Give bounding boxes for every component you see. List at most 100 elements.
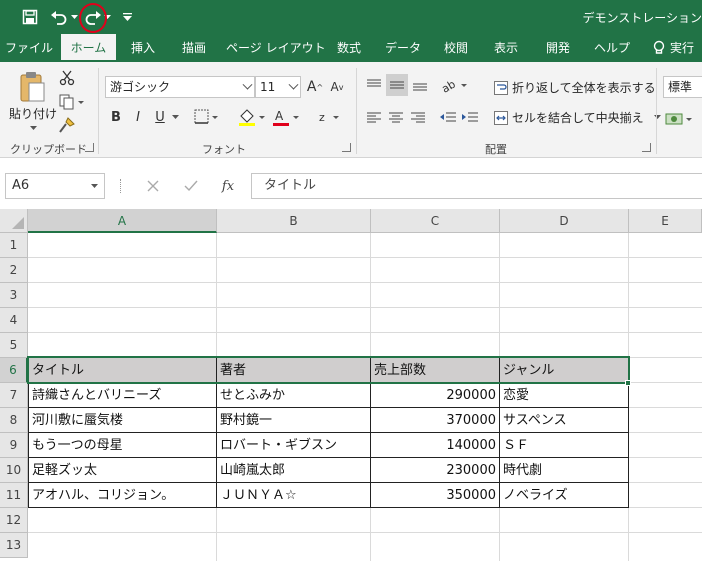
align-bottom-icon[interactable] <box>410 74 430 96</box>
save-icon[interactable] <box>18 5 42 29</box>
row-header-10[interactable]: 10 <box>0 458 28 483</box>
table-cell[interactable]: 290000 <box>371 383 499 408</box>
row-header-5[interactable]: 5 <box>0 333 28 358</box>
number-format-combo[interactable]: 標準 <box>663 76 702 98</box>
title-bar: デモンストレーション <box>0 0 702 34</box>
align-center-icon[interactable] <box>386 106 406 128</box>
tab-file[interactable]: ファイル <box>4 34 54 62</box>
name-box[interactable]: A6 <box>5 173 105 199</box>
cut-icon[interactable] <box>58 69 76 87</box>
column-header-d[interactable]: D <box>500 209 629 233</box>
table-cell[interactable]: 230000 <box>371 458 499 483</box>
copy-icon[interactable] <box>58 93 86 111</box>
table-cell[interactable]: アオハル、コリジョン。 <box>29 483 216 508</box>
chevron-down-icon[interactable] <box>91 184 98 189</box>
font-size-combo[interactable]: 11 <box>255 76 301 98</box>
table-cell[interactable]: せとふみか <box>217 383 370 408</box>
tab-data[interactable]: データ <box>380 34 426 62</box>
row-header-1[interactable]: 1 <box>0 233 28 258</box>
table-cell[interactable]: ＪＵＮＹＡ☆ <box>217 483 370 508</box>
table-cell[interactable]: ノベライズ <box>500 483 628 508</box>
phonetic-icon[interactable]: z <box>316 106 342 128</box>
fill-color-icon[interactable] <box>236 106 268 128</box>
table-cell[interactable]: 恋愛 <box>500 383 628 408</box>
undo-dropdown-icon[interactable] <box>70 5 78 29</box>
insert-function-button[interactable]: fx <box>216 175 240 197</box>
font-launcher-icon[interactable] <box>342 143 351 152</box>
decrease-font-icon[interactable]: Av <box>327 76 347 98</box>
column-header-c[interactable]: C <box>371 209 500 233</box>
table-cell[interactable]: 河川敷に蜃気楼 <box>29 408 216 433</box>
align-middle-icon[interactable] <box>386 74 408 96</box>
table-cell[interactable]: 詩織さんとバリニーズ <box>29 383 216 408</box>
column-header-b[interactable]: B <box>217 209 371 233</box>
align-left-icon[interactable] <box>364 106 384 128</box>
paste-button[interactable]: 貼り付け <box>9 105 57 122</box>
tab-home[interactable]: ホーム <box>61 34 116 62</box>
enter-check-icon[interactable] <box>180 175 202 197</box>
row-header-7[interactable]: 7 <box>0 383 28 408</box>
tab-tell-me[interactable]: 実行 <box>670 34 702 62</box>
row-header-2[interactable]: 2 <box>0 258 28 283</box>
undo-icon[interactable] <box>48 5 70 29</box>
row-header-13[interactable]: 13 <box>0 533 28 558</box>
column-header-e[interactable]: E <box>629 209 702 233</box>
borders-icon[interactable] <box>193 106 221 128</box>
font-name-combo[interactable]: 游ゴシック <box>105 76 255 98</box>
table-cell[interactable]: 山崎嵐太郎 <box>217 458 370 483</box>
table-cell[interactable]: 足軽ズッ太 <box>29 458 216 483</box>
row-header-11[interactable]: 11 <box>0 483 28 508</box>
table-cell[interactable]: ＳＦ <box>500 433 628 458</box>
tab-draw[interactable]: 描画 <box>172 34 216 62</box>
row-header-4[interactable]: 4 <box>0 308 28 333</box>
font-color-icon[interactable]: A <box>270 106 302 128</box>
table-cell[interactable]: もう一つの母星 <box>29 433 216 458</box>
orientation-icon[interactable]: ab <box>440 74 470 96</box>
row-header-6[interactable]: 6 <box>0 358 28 383</box>
tab-page-layout[interactable]: ページ レイアウト <box>226 34 326 62</box>
format-painter-icon[interactable] <box>58 116 76 134</box>
customize-qat-icon[interactable] <box>120 5 134 29</box>
cancel-icon[interactable] <box>142 175 164 197</box>
bold-button[interactable]: B <box>107 106 125 128</box>
underline-dropdown-icon[interactable] <box>170 106 180 128</box>
table-cell[interactable]: サスペンス <box>500 408 628 433</box>
row-header-8[interactable]: 8 <box>0 408 28 433</box>
table-cell[interactable]: ロバート・ギブスン <box>217 433 370 458</box>
formula-input[interactable]: タイトル <box>251 173 702 199</box>
row-header-9[interactable]: 9 <box>0 433 28 458</box>
row-header-3[interactable]: 3 <box>0 283 28 308</box>
tab-help[interactable]: ヘルプ <box>588 34 636 62</box>
increase-indent-icon[interactable] <box>460 106 480 128</box>
table-cell[interactable]: 370000 <box>371 408 499 433</box>
merge-dropdown-icon[interactable] <box>653 115 661 120</box>
table-cell[interactable]: 350000 <box>371 483 499 508</box>
alignment-launcher-icon[interactable] <box>642 143 651 152</box>
currency-icon[interactable] <box>664 108 694 130</box>
wrap-text-button[interactable]: 折り返して全体を表示する <box>494 79 656 96</box>
align-top-icon[interactable] <box>364 74 384 96</box>
paste-dropdown-icon[interactable] <box>28 124 38 132</box>
select-all-corner[interactable] <box>0 209 28 233</box>
table-cell[interactable]: 時代劇 <box>500 458 628 483</box>
font-size-value: 11 <box>260 80 276 94</box>
merge-center-button[interactable]: セルを結合して中央揃え <box>494 109 661 126</box>
clipboard-launcher-icon[interactable] <box>85 143 94 152</box>
tab-insert[interactable]: 挿入 <box>123 34 163 62</box>
tab-formulas[interactable]: 数式 <box>327 34 371 62</box>
table-cell[interactable]: 野村鏡一 <box>217 408 370 433</box>
tab-view[interactable]: 表示 <box>486 34 526 62</box>
increase-font-icon[interactable]: A ^ <box>305 76 325 98</box>
lightbulb-icon[interactable] <box>650 34 668 62</box>
italic-button[interactable]: I <box>129 106 147 128</box>
fill-handle[interactable] <box>625 380 631 386</box>
paste-icon[interactable] <box>14 70 50 104</box>
table-cell[interactable]: 140000 <box>371 433 499 458</box>
row-header-12[interactable]: 12 <box>0 508 28 533</box>
underline-button[interactable]: U <box>151 106 169 128</box>
decrease-indent-icon[interactable] <box>438 106 458 128</box>
align-right-icon[interactable] <box>408 106 428 128</box>
tab-review[interactable]: 校閲 <box>436 34 476 62</box>
tab-developer[interactable]: 開発 <box>536 34 580 62</box>
column-header-a[interactable]: A <box>28 209 217 233</box>
